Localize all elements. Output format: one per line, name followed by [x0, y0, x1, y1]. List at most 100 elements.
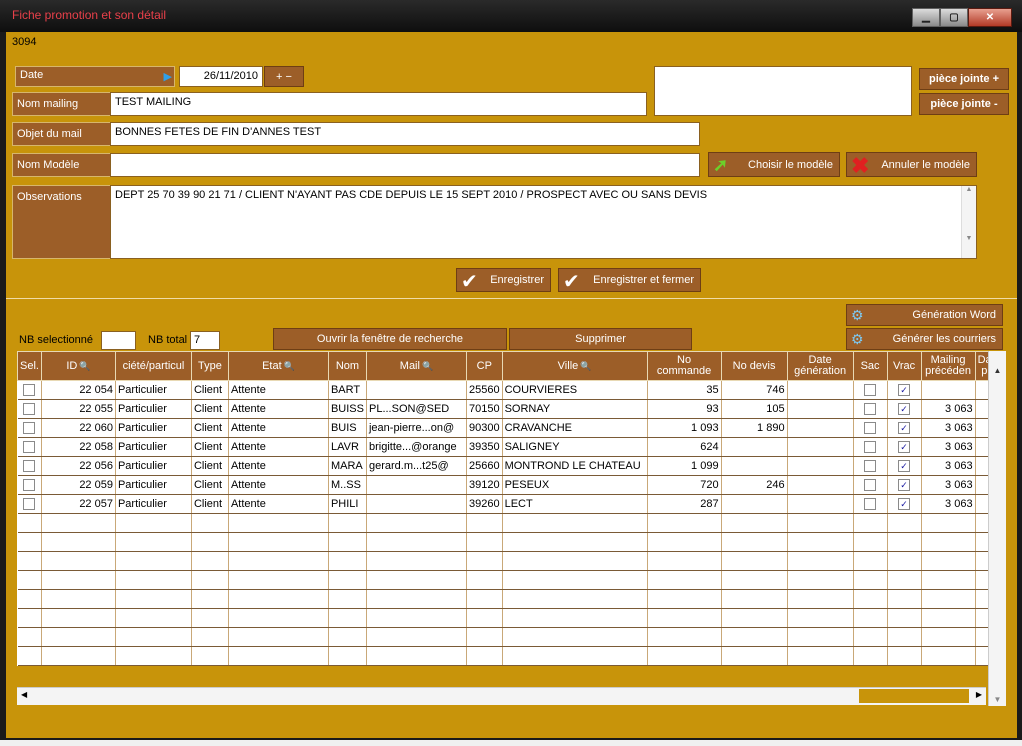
- cell-id[interactable]: 22 059: [41, 475, 116, 495]
- cell-ville[interactable]: [502, 513, 648, 533]
- cell-sel[interactable]: [17, 418, 42, 438]
- cell-nom[interactable]: MARA: [328, 456, 367, 476]
- cell-cp[interactable]: 39260: [466, 494, 503, 514]
- col-header-sac[interactable]: Sac: [852, 351, 888, 381]
- cell-sac[interactable]: [853, 418, 888, 438]
- cell-vrac[interactable]: [887, 608, 922, 628]
- cell-devis[interactable]: [721, 589, 788, 609]
- cell-id[interactable]: 22 060: [41, 418, 116, 438]
- cell-type[interactable]: [191, 570, 229, 590]
- cell-type[interactable]: Client: [191, 418, 229, 438]
- cell-vrac[interactable]: ✓: [887, 437, 922, 457]
- cell-mail[interactable]: [366, 627, 467, 647]
- close-button[interactable]: ✕: [968, 8, 1012, 27]
- cell-etat[interactable]: Attente: [228, 418, 329, 438]
- cell-commande[interactable]: [647, 627, 722, 647]
- table-row[interactable]: 22 059 Particulier Client Attente M..SS 39120…: [17, 475, 1004, 495]
- cell-id[interactable]: 22 057: [41, 494, 116, 514]
- cell-sel[interactable]: [17, 589, 42, 609]
- cell-societe[interactable]: Particulier: [115, 494, 192, 514]
- cell-devis[interactable]: [721, 456, 788, 476]
- cell-societe[interactable]: Particulier: [115, 418, 192, 438]
- cell-cp[interactable]: [466, 532, 503, 552]
- cell-ville[interactable]: [502, 646, 648, 666]
- cell-sac[interactable]: [853, 513, 888, 533]
- cell-type[interactable]: [191, 589, 229, 609]
- cell-etat[interactable]: [228, 589, 329, 609]
- cell-cp[interactable]: 70150: [466, 399, 503, 419]
- maximize-button[interactable]: ▢: [940, 8, 968, 27]
- col-header-vrac[interactable]: Vrac: [886, 351, 922, 381]
- cell-mailing[interactable]: 3 063: [921, 494, 976, 514]
- sac-checkbox[interactable]: [864, 384, 877, 397]
- cell-sel[interactable]: [17, 494, 42, 514]
- cell-devis[interactable]: 105: [721, 399, 788, 419]
- cell-vrac[interactable]: ✓: [887, 418, 922, 438]
- cell-cp[interactable]: [466, 627, 503, 647]
- date-minus-button[interactable]: −: [286, 71, 292, 83]
- cell-commande[interactable]: 720: [647, 475, 722, 495]
- save-close-button[interactable]: ✔ Enregistrer et fermer: [558, 268, 701, 293]
- sel-checkbox[interactable]: [23, 403, 36, 416]
- search-icon[interactable]: 🔍: [79, 361, 90, 371]
- cell-nom[interactable]: BUISS: [328, 399, 367, 419]
- cell-type[interactable]: Client: [191, 475, 229, 495]
- cell-cp[interactable]: 39350: [466, 437, 503, 457]
- cell-societe[interactable]: [115, 532, 192, 552]
- col-header-etat[interactable]: Etat 🔍: [227, 351, 329, 381]
- table-row[interactable]: 22 057 Particulier Client Attente PHILI 39260…: [17, 494, 1004, 514]
- date-stepper[interactable]: + −: [264, 66, 304, 87]
- cell-cp[interactable]: [466, 551, 503, 571]
- cell-vrac[interactable]: ✓: [887, 399, 922, 419]
- remove-attachment-button[interactable]: pièce jointe -: [919, 93, 1009, 115]
- cell-ville[interactable]: SORNAY: [502, 399, 648, 419]
- cell-societe[interactable]: [115, 646, 192, 666]
- cell-type[interactable]: [191, 532, 229, 552]
- vrac-checkbox[interactable]: ✓: [898, 422, 911, 435]
- table-row[interactable]: [17, 570, 1004, 590]
- cell-societe[interactable]: [115, 551, 192, 571]
- cell-vrac[interactable]: [887, 513, 922, 533]
- cell-mail[interactable]: [366, 532, 467, 552]
- cell-id[interactable]: 22 054: [41, 380, 116, 400]
- sel-checkbox[interactable]: [23, 441, 36, 454]
- cell-type[interactable]: Client: [191, 380, 229, 400]
- cell-date_gen[interactable]: [787, 418, 854, 438]
- cell-date_gen[interactable]: [787, 608, 854, 628]
- cell-etat[interactable]: Attente: [228, 380, 329, 400]
- cell-nom[interactable]: PHILI: [328, 494, 367, 514]
- cell-mailing[interactable]: 3 063: [921, 475, 976, 495]
- cell-societe[interactable]: [115, 608, 192, 628]
- col-header-societe[interactable]: ciété/particul: [114, 351, 192, 381]
- generer-courriers-button[interactable]: ⚙ Générer les courriers: [846, 328, 1003, 350]
- minimize-button[interactable]: ▁: [912, 8, 940, 27]
- cell-ville[interactable]: [502, 589, 648, 609]
- cell-type[interactable]: [191, 608, 229, 628]
- cell-mailing[interactable]: [921, 513, 976, 533]
- cell-vrac[interactable]: [887, 589, 922, 609]
- cell-mailing[interactable]: 3 063: [921, 399, 976, 419]
- col-header-ville[interactable]: Ville 🔍: [501, 351, 648, 381]
- annuler-modele-button[interactable]: ✖ Annuler le modèle: [846, 152, 977, 178]
- cell-sac[interactable]: [853, 532, 888, 552]
- cell-date_gen[interactable]: [787, 570, 854, 590]
- vrac-checkbox[interactable]: ✓: [898, 460, 911, 473]
- cell-mail[interactable]: PL...SON@SED: [366, 399, 467, 419]
- search-icon[interactable]: 🔍: [422, 361, 433, 371]
- nom-mailing-field[interactable]: TEST MAILING: [110, 92, 647, 116]
- cell-nom[interactable]: [328, 570, 367, 590]
- cell-societe[interactable]: [115, 589, 192, 609]
- table-vertical-scrollbar[interactable]: ▲ ▼: [988, 351, 1006, 706]
- table-row[interactable]: 22 055 Particulier Client Attente BUISS PL...…: [17, 399, 1004, 419]
- col-header-sel[interactable]: Sel.: [17, 351, 42, 381]
- cell-date_gen[interactable]: [787, 399, 854, 419]
- cell-type[interactable]: [191, 646, 229, 666]
- cell-cp[interactable]: 90300: [466, 418, 503, 438]
- cell-cp[interactable]: [466, 646, 503, 666]
- col-header-nom[interactable]: Nom: [327, 351, 367, 381]
- scroll-left-icon[interactable]: ◀: [21, 690, 27, 699]
- col-header-type[interactable]: Type: [190, 351, 229, 381]
- cell-sac[interactable]: [853, 551, 888, 571]
- table-row[interactable]: [17, 513, 1004, 533]
- cell-nom[interactable]: [328, 646, 367, 666]
